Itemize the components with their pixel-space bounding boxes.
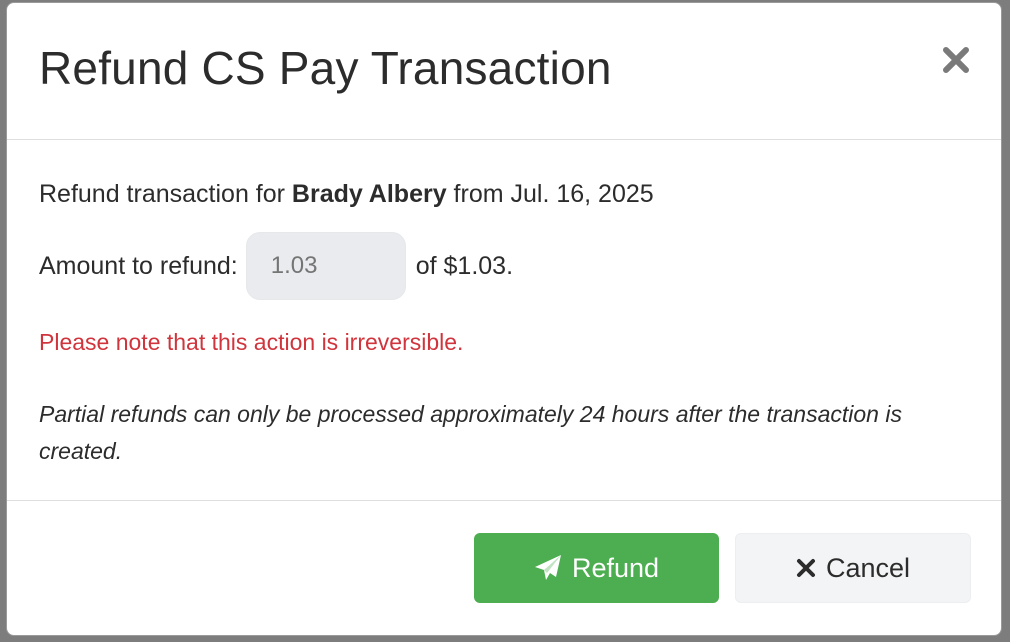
patient-name: Brady Albery xyxy=(291,180,447,208)
cancel-button[interactable]: Cancel xyxy=(735,533,971,603)
transaction-description: Refund transaction for Brady Albery from… xyxy=(39,180,654,209)
amount-input[interactable] xyxy=(245,232,406,300)
amount-label: Amount to refund: xyxy=(39,251,238,280)
modal-title: Refund CS Pay Transaction xyxy=(39,42,612,94)
refund-label: Refund xyxy=(571,552,660,583)
intro-suffix: from Jul. 16, 2025 xyxy=(446,180,654,208)
intro-prefix: Refund transaction for xyxy=(39,180,292,208)
modal-header: Refund CS Pay Transaction xyxy=(7,3,1001,140)
partial-refund-note: Partial refunds can only be processed ap… xyxy=(39,401,902,464)
amount-total: of $1.03. xyxy=(415,251,514,280)
paper-plane-icon xyxy=(534,555,561,580)
amount-row: Amount to refund: of $1.03. xyxy=(39,232,513,300)
refund-modal: Refund CS Pay Transaction Refund transac… xyxy=(6,2,1002,636)
x-icon xyxy=(796,559,815,577)
close-button[interactable] xyxy=(941,45,971,75)
irreversible-warning: Please note that this action is irrevers… xyxy=(39,329,464,355)
modal-footer: Refund Cancel xyxy=(7,500,1001,635)
refund-button[interactable]: Refund xyxy=(474,533,719,603)
cancel-label: Cancel xyxy=(825,552,911,583)
close-icon xyxy=(943,47,969,73)
